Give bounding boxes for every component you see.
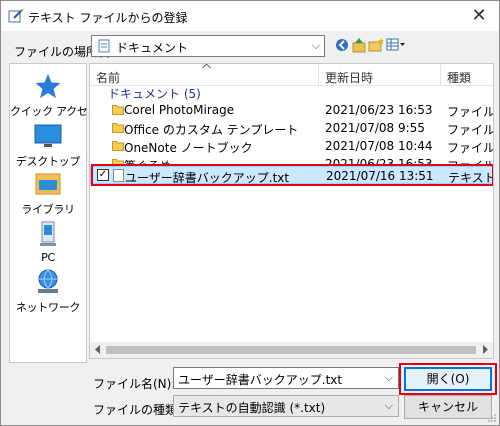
folder-icon bbox=[112, 105, 124, 115]
column-header-row: 名前 更新日時 種類 bbox=[90, 64, 493, 86]
file-open-dialog: テキスト ファイルからの登録 ✕ ファイルの場所(I): ドキュメント ⌵ クイ… bbox=[0, 0, 500, 426]
chevron-down-icon[interactable]: ⌵ bbox=[385, 371, 393, 385]
place-label: ネットワーク bbox=[15, 301, 81, 314]
look-in-value: ドキュメント bbox=[116, 41, 189, 55]
pc-icon bbox=[40, 221, 56, 246]
new-folder-icon[interactable] bbox=[368, 37, 384, 53]
scroll-left-icon[interactable] bbox=[94, 344, 101, 355]
file-name: OneNote ノートブック bbox=[124, 141, 253, 155]
horizontal-scrollbar[interactable] bbox=[90, 342, 493, 358]
file-date: 2021/07/08 10:44 bbox=[325, 139, 433, 153]
table-row[interactable]: Corel PhotoMirage 2021/06/23 16:53 ファイル … bbox=[90, 101, 494, 119]
open-button[interactable]: 開く(O) bbox=[404, 367, 492, 391]
scrollbar-thumb[interactable] bbox=[106, 346, 476, 354]
star-icon bbox=[35, 74, 61, 98]
column-divider[interactable] bbox=[318, 64, 319, 86]
view-menu-icon[interactable] bbox=[386, 37, 406, 53]
dialog-title: テキスト ファイルからの登録 bbox=[28, 11, 188, 25]
chevron-down-icon: ⌵ bbox=[311, 39, 320, 52]
back-icon[interactable] bbox=[335, 37, 349, 53]
place-pc[interactable]: PC bbox=[10, 220, 86, 264]
place-label: デスクトップ bbox=[15, 155, 81, 168]
place-label: ライブラリ bbox=[21, 203, 75, 216]
title-bar[interactable]: テキスト ファイルからの登録 ✕ bbox=[1, 1, 499, 31]
table-row[interactable]: Office のカスタム テンプレート 2021/07/08 9:55 ファイル… bbox=[90, 119, 494, 137]
file-list[interactable]: 名前 更新日時 種類 ドキュメント (5) Corel PhotoMirage … bbox=[89, 63, 494, 359]
column-header-type[interactable]: 種類 bbox=[447, 69, 471, 86]
close-icon[interactable]: ✕ bbox=[465, 5, 493, 27]
sort-ascending-icon bbox=[202, 64, 211, 69]
column-header-date[interactable]: 更新日時 bbox=[325, 69, 373, 86]
file-name-input[interactable]: ユーザー辞書バックアップ.txt ⌵ bbox=[173, 367, 399, 389]
file-name: Corel PhotoMirage bbox=[124, 103, 235, 117]
file-type: ファイル フォル bbox=[447, 141, 494, 155]
file-type-dropdown[interactable]: テキストの自動認識 (*.txt) ⌵ bbox=[173, 395, 399, 417]
place-libraries[interactable]: ライブラリ bbox=[10, 170, 86, 217]
places-bar: クイック アクセス デスクトップ ライブラリ PC ネットワーク bbox=[9, 63, 99, 363]
documents-folder-icon bbox=[98, 39, 110, 53]
up-folder-icon[interactable] bbox=[352, 37, 366, 53]
group-header-documents[interactable]: ドキュメント (5) bbox=[108, 85, 201, 102]
dictionary-app-icon bbox=[8, 9, 24, 23]
place-network[interactable]: ネットワーク bbox=[10, 268, 86, 315]
file-date: 2021/06/23 16:53 bbox=[325, 103, 433, 117]
place-label: PC bbox=[41, 251, 55, 264]
resize-grip-icon[interactable] bbox=[487, 413, 497, 423]
place-desktop[interactable]: デスクトップ bbox=[10, 122, 86, 169]
desktop-icon bbox=[34, 124, 62, 147]
file-name: Office のカスタム テンプレート bbox=[124, 123, 299, 137]
look-in-dropdown[interactable]: ドキュメント ⌵ bbox=[91, 35, 325, 57]
network-icon bbox=[38, 269, 58, 293]
place-quick-access[interactable]: クイック アクセス bbox=[10, 72, 99, 119]
chevron-down-icon: ⌵ bbox=[384, 399, 393, 412]
highlight-box-selected-file bbox=[91, 164, 493, 186]
table-row[interactable]: OneNote ノートブック 2021/07/08 10:44 ファイル フォル bbox=[90, 137, 494, 155]
file-type-value: テキストの自動認識 (*.txt) bbox=[178, 401, 326, 415]
cancel-button[interactable]: キャンセル bbox=[404, 395, 492, 419]
file-name-label: ファイル名(N): bbox=[93, 377, 176, 391]
library-icon bbox=[35, 173, 61, 195]
file-name-value: ユーザー辞書バックアップ.txt bbox=[178, 373, 343, 387]
file-type: ファイル フォル bbox=[447, 105, 494, 119]
file-type: ファイル フォル bbox=[447, 123, 494, 137]
folder-icon bbox=[112, 141, 124, 151]
scroll-right-icon[interactable] bbox=[482, 344, 489, 355]
place-label: クイック アクセス bbox=[10, 105, 99, 118]
column-divider[interactable] bbox=[440, 64, 441, 86]
column-header-name[interactable]: 名前 bbox=[96, 69, 120, 86]
folder-icon bbox=[112, 123, 124, 133]
file-date: 2021/07/08 9:55 bbox=[325, 121, 425, 135]
